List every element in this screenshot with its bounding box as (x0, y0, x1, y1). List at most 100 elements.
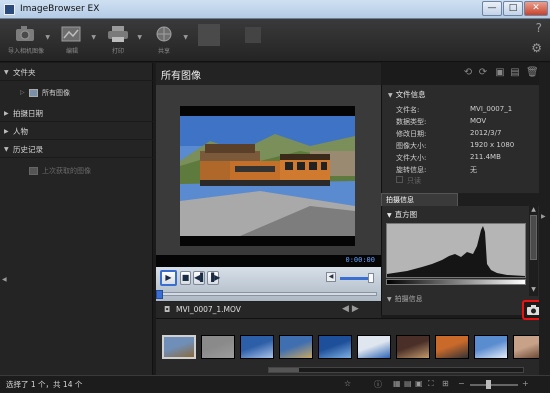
chevron-down-icon[interactable]: ▼ (4, 65, 9, 81)
sidebar-item-folders[interactable]: ▼ 文件夹 (0, 65, 153, 81)
info-tabs: 拍摄信息 (381, 193, 539, 206)
status-bar: 选择了 1 个，共 14 个 ☆ ⓘ ▦ ▤ ▣ ⛶ ⊞ − + (0, 375, 550, 393)
trash-icon[interactable]: 🗑 (526, 67, 539, 79)
info-icon[interactable]: ⓘ (374, 379, 382, 390)
thumbnail-blue-wave[interactable] (240, 335, 274, 359)
sidebar-item-people[interactable]: ▶ 人物 (0, 124, 153, 140)
title-bar: ImageBrowser EX — □ ✕ (0, 0, 550, 19)
thumbnail-crowd[interactable] (396, 335, 430, 359)
chevron-down-icon[interactable]: ▼ (183, 34, 188, 41)
volume-icon[interactable]: ◀ (326, 272, 336, 282)
info-value: 1920 x 1080 (470, 141, 515, 149)
chevron-down-icon[interactable]: ▼ (388, 92, 393, 99)
fit-icon[interactable]: ⊞ (442, 379, 449, 388)
toolbar: 导入相机图像 ▼ 编辑 ▼ 打印 ▼ 共享 ▼ ? ⚙ (0, 19, 550, 62)
sidebar-item-last-imported[interactable]: 上次获取的图像 (0, 163, 153, 179)
copy-icon[interactable]: ▤ (509, 67, 521, 79)
grid-view-icon[interactable]: ▦ (393, 379, 401, 388)
scrollbar-grip[interactable] (269, 368, 299, 372)
thumbnail-strip (156, 318, 550, 375)
close-button[interactable]: ✕ (524, 1, 548, 16)
previous-frame-button[interactable]: ◀▌ (193, 271, 206, 285)
video-viewer (156, 85, 381, 255)
toolbar-blurred-item[interactable] (245, 27, 261, 43)
chevron-down-icon[interactable]: ▼ (387, 212, 392, 219)
zoom-slider-handle[interactable] (486, 380, 491, 389)
info-key: 文件名: (396, 106, 420, 114)
help-icon[interactable]: ? (536, 21, 542, 35)
edit-button[interactable]: 编辑 ▼ (52, 22, 96, 60)
collapse-sidebar-icon[interactable]: ◀ (2, 276, 7, 283)
import-button[interactable]: 导入相机图像 ▼ (6, 22, 50, 60)
histogram-header[interactable]: ▼ 直方图 (387, 209, 417, 220)
chevron-down-icon[interactable]: ▼ (45, 34, 50, 41)
file-name: MVI_0007_1.MOV (176, 305, 241, 314)
tab-shooting-info[interactable]: 拍摄信息 (381, 193, 458, 206)
thumbnail-blue-shapes[interactable] (279, 335, 313, 359)
protect-checkbox[interactable] (396, 176, 403, 183)
sidebar-item-history[interactable]: ▼ 历史记录 (0, 142, 153, 158)
video-frame[interactable] (180, 106, 355, 246)
gear-icon[interactable]: ⚙ (531, 41, 542, 55)
scrollbar-grip[interactable] (530, 215, 537, 260)
edit-icon (61, 26, 81, 42)
rotate-left-icon[interactable]: ⟲ (462, 67, 474, 79)
scroll-down-icon[interactable]: ▼ (530, 286, 537, 294)
save-icon[interactable]: ▣ (494, 67, 506, 79)
thumbnail-scrollbar[interactable] (268, 367, 524, 373)
stop-button[interactable]: ■ (180, 271, 191, 285)
info-value: MOV (470, 117, 487, 125)
share-button[interactable]: 共享 ▼ (144, 22, 188, 60)
scroll-up-icon[interactable]: ▲ (530, 206, 537, 214)
rating-filter-icon[interactable]: ☆ (344, 379, 351, 388)
chevron-down-icon[interactable]: ▼ (387, 296, 392, 303)
thumbnail-sunset[interactable] (435, 335, 469, 359)
toolbar-blurred-item[interactable] (198, 24, 220, 46)
rotate-right-icon[interactable]: ⟳ (477, 67, 489, 79)
right-collapse-strip: ▶ (539, 63, 550, 375)
seek-bar[interactable] (160, 292, 377, 296)
thumbnail-sphere[interactable] (357, 335, 391, 359)
collapse-panel-icon[interactable]: ▶ (541, 213, 546, 220)
histogram (386, 223, 526, 278)
app-icon (4, 4, 15, 15)
sidebar-item-all-images[interactable]: ▷ 所有图像 (0, 85, 153, 101)
info-key: 文件大小: (396, 154, 427, 162)
preview-view-icon[interactable]: ▣ (415, 379, 423, 388)
play-button[interactable]: ▶ (160, 270, 177, 286)
seek-bar-handle[interactable] (156, 290, 163, 299)
zoom-slider[interactable] (470, 384, 518, 386)
list-view-icon[interactable]: ▤ (404, 379, 412, 388)
chevron-down-icon[interactable]: ▼ (4, 142, 9, 158)
content-header: 所有图像 (156, 63, 381, 85)
chevron-right-icon[interactable]: ▷ (20, 85, 25, 101)
info-scrollbar[interactable]: ▲ ▼ (529, 206, 538, 296)
thumbnail-train[interactable] (162, 335, 196, 359)
share-label: 共享 (157, 48, 170, 55)
thumbnail-sky[interactable] (474, 335, 508, 359)
chevron-right-icon[interactable]: ▶ (4, 106, 9, 122)
file-info-header[interactable]: ▼ 文件信息 (388, 89, 426, 100)
shooting-info-header[interactable]: ▼ 拍摄信息 (387, 294, 423, 304)
sidebar-item-shoot-date[interactable]: ▶ 拍摄日期 (0, 106, 153, 122)
info-key: 旋转信息: (396, 166, 427, 174)
zoom-in-icon[interactable]: + (522, 379, 529, 388)
prev-next-image-icons[interactable]: ◀▶ (342, 304, 362, 314)
edit-label: 编辑 (65, 48, 78, 55)
file-info-row: ◘ MVI_0007_1.MOV ◀▶ (156, 302, 381, 318)
chevron-down-icon[interactable]: ▼ (91, 34, 96, 41)
chevron-right-icon[interactable]: ▶ (4, 124, 9, 140)
maximize-button[interactable]: □ (503, 1, 523, 16)
print-button[interactable]: 打印 ▼ (98, 22, 142, 60)
minimize-button[interactable]: — (482, 1, 502, 16)
fullscreen-icon[interactable]: ⛶ (428, 379, 434, 389)
sidebar-item-label: 历史记录 (13, 145, 43, 154)
info-value: 无 (470, 166, 477, 174)
chevron-down-icon[interactable]: ▼ (137, 34, 142, 41)
next-frame-button[interactable]: ▐▶ (207, 271, 220, 285)
volume-slider-handle[interactable] (368, 273, 374, 283)
zoom-out-icon[interactable]: − (458, 379, 465, 388)
thumbnail-water-blue[interactable] (318, 335, 352, 359)
thumbnail-grey-blank[interactable] (201, 335, 235, 359)
shooting-info-title: 拍摄信息 (394, 295, 423, 303)
